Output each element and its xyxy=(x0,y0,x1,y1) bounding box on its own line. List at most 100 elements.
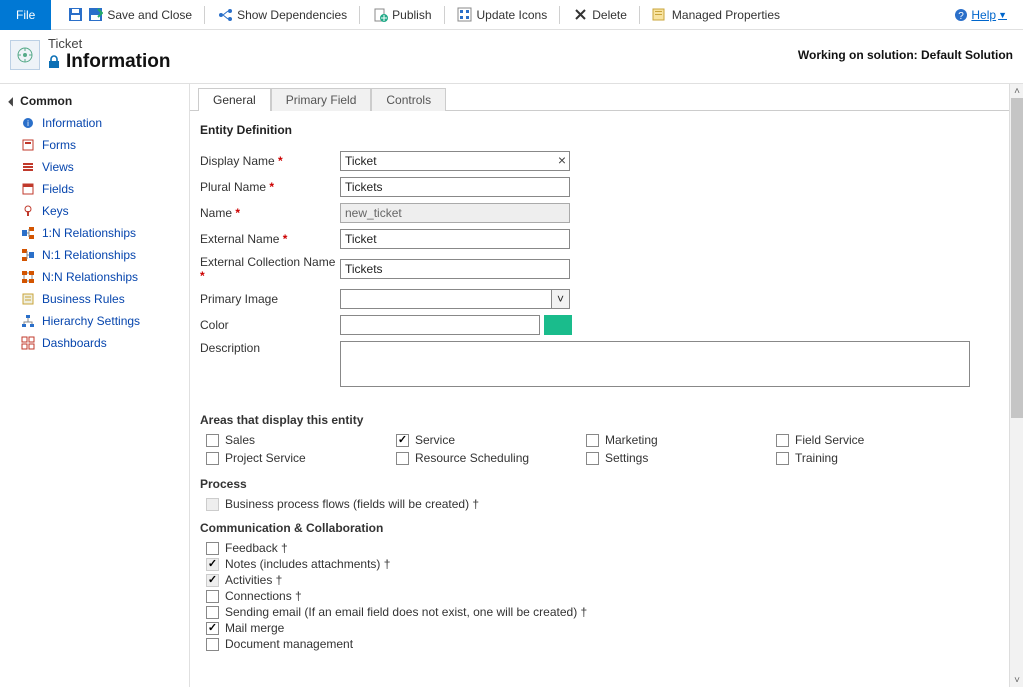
update-icons-label: Update Icons xyxy=(477,8,548,22)
nav-label: N:1 Relationships xyxy=(42,248,136,262)
nav-label: N:N Relationships xyxy=(42,270,138,284)
tab-primary-field[interactable]: Primary Field xyxy=(271,88,372,111)
nav-icon xyxy=(20,203,36,219)
cc-feedback--label: Feedback † xyxy=(225,541,288,555)
display-name-input[interactable] xyxy=(340,151,570,171)
area-resource-scheduling-checkbox[interactable] xyxy=(396,452,409,465)
lock-icon xyxy=(48,55,60,69)
nav-label: Forms xyxy=(42,138,76,152)
external-name-input[interactable] xyxy=(340,229,570,249)
color-input[interactable] xyxy=(340,315,540,335)
cc-document-management-checkbox[interactable] xyxy=(206,638,219,651)
description-input[interactable] xyxy=(340,341,970,387)
svg-text:?: ? xyxy=(959,11,965,22)
nav-item-keys[interactable]: Keys xyxy=(6,200,189,222)
nav-label: Fields xyxy=(42,182,74,196)
cc-notes-includes-attachments--label: Notes (includes attachments) † xyxy=(225,557,390,571)
nav-item-n-1-relationships[interactable]: N:1 Relationships xyxy=(6,244,189,266)
area-field-service-checkbox[interactable] xyxy=(776,434,789,447)
tab-general[interactable]: General xyxy=(198,88,271,111)
name-input xyxy=(340,203,570,223)
separator xyxy=(204,6,205,24)
scroll-thumb[interactable] xyxy=(1011,98,1023,418)
label-display-name: Display Name xyxy=(200,154,340,168)
nav-item-forms[interactable]: Forms xyxy=(6,134,189,156)
area-service-checkbox[interactable] xyxy=(396,434,409,447)
help-icon: ? xyxy=(953,7,969,23)
scrollbar[interactable]: ˄ ˅ xyxy=(1009,84,1023,687)
save-close-label: Save and Close xyxy=(107,8,192,22)
publish-button[interactable]: Publish xyxy=(366,0,437,30)
managed-properties-button[interactable]: Managed Properties xyxy=(646,0,786,30)
label-name: Name xyxy=(200,206,340,220)
separator xyxy=(444,6,445,24)
delete-icon xyxy=(572,7,588,23)
section-process: Process xyxy=(200,477,999,491)
page-title: Information xyxy=(66,51,171,73)
cc-connections--checkbox[interactable] xyxy=(206,590,219,603)
nav-label: Information xyxy=(42,116,102,130)
nav-item-hierarchy-settings[interactable]: Hierarchy Settings xyxy=(6,310,189,332)
bpf-checkbox xyxy=(206,498,219,511)
color-swatch[interactable] xyxy=(544,315,572,335)
tab-controls[interactable]: Controls xyxy=(371,88,446,111)
nav-label: Dashboards xyxy=(42,336,107,350)
nav-item-dashboards[interactable]: Dashboards xyxy=(6,332,189,354)
nav-group-common[interactable]: Common xyxy=(6,90,189,112)
nav-icon xyxy=(20,137,36,153)
cc-document-management-label: Document management xyxy=(225,637,353,651)
managed-properties-label: Managed Properties xyxy=(672,8,780,22)
area-settings-checkbox[interactable] xyxy=(586,452,599,465)
delete-label: Delete xyxy=(592,8,627,22)
area-resource-scheduling-label: Resource Scheduling xyxy=(415,451,529,465)
cc-activities--label: Activities † xyxy=(225,573,282,587)
save-close-button[interactable]: Save and Close xyxy=(61,0,198,30)
nav-item-views[interactable]: Views xyxy=(6,156,189,178)
dependencies-icon xyxy=(217,7,233,23)
nav-item-n-n-relationships[interactable]: N:N Relationships xyxy=(6,266,189,288)
area-project-service-checkbox[interactable] xyxy=(206,452,219,465)
area-marketing-checkbox[interactable] xyxy=(586,434,599,447)
area-sales-checkbox[interactable] xyxy=(206,434,219,447)
nav-icon xyxy=(20,247,36,263)
label-external-collection: External Collection Name xyxy=(200,255,340,283)
nav-icon xyxy=(20,335,36,351)
nav-item-1-n-relationships[interactable]: 1:N Relationships xyxy=(6,222,189,244)
nav-item-fields[interactable]: Fields xyxy=(6,178,189,200)
label-primary-image: Primary Image xyxy=(200,292,340,306)
primary-image-select[interactable]: ˅ xyxy=(340,289,570,309)
nav-icon xyxy=(20,181,36,197)
external-collection-input[interactable] xyxy=(340,259,570,279)
help-button[interactable]: ? Help ▼ xyxy=(947,0,1013,30)
show-dependencies-button[interactable]: Show Dependencies xyxy=(211,0,353,30)
separator xyxy=(559,6,560,24)
nav-item-information[interactable]: i Information xyxy=(6,112,189,134)
scroll-down-icon[interactable]: ˅ xyxy=(1010,673,1023,687)
update-icons-button[interactable]: Update Icons xyxy=(451,0,554,30)
cc-feedback--checkbox[interactable] xyxy=(206,542,219,555)
section-areas: Areas that display this entity xyxy=(200,413,999,427)
properties-icon xyxy=(652,7,668,23)
nav-label: Hierarchy Settings xyxy=(42,314,140,328)
clear-icon[interactable]: × xyxy=(558,152,566,168)
scroll-up-icon[interactable]: ˄ xyxy=(1010,84,1023,98)
cc-sending-email-if-an-email-fiel-checkbox[interactable] xyxy=(206,606,219,619)
nav-icon: i xyxy=(20,115,36,131)
nav-label: Keys xyxy=(42,204,69,218)
delete-button[interactable]: Delete xyxy=(566,0,633,30)
area-training-label: Training xyxy=(795,451,838,465)
file-tab[interactable]: File xyxy=(0,0,51,30)
area-marketing-label: Marketing xyxy=(605,433,658,447)
area-training-checkbox[interactable] xyxy=(776,452,789,465)
section-entity-definition: Entity Definition xyxy=(200,123,999,137)
section-communication: Communication & Collaboration xyxy=(200,521,999,535)
plural-name-input[interactable] xyxy=(340,177,570,197)
nav-icon xyxy=(20,269,36,285)
chevron-down-icon: ˅ xyxy=(551,290,569,308)
publish-label: Publish xyxy=(392,8,431,22)
nav-icon xyxy=(20,291,36,307)
nav-item-business-rules[interactable]: Business Rules xyxy=(6,288,189,310)
publish-icon xyxy=(372,7,388,23)
svg-text:i: i xyxy=(27,119,29,128)
cc-mail-merge-checkbox[interactable] xyxy=(206,622,219,635)
